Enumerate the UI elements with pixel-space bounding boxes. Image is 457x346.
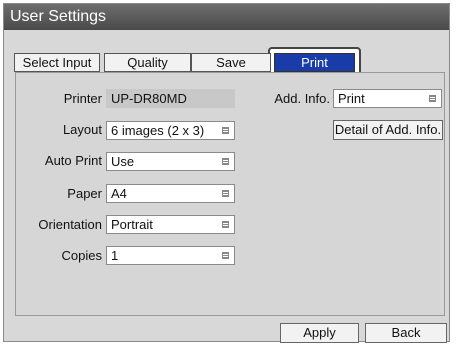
tab-save[interactable]: Save xyxy=(191,53,271,72)
layout-select[interactable]: 6 images (2 x 3) xyxy=(106,121,235,140)
add-info-value: Print xyxy=(338,91,365,106)
orientation-label: Orientation xyxy=(38,217,102,232)
add-info-label: Add. Info. xyxy=(274,91,330,106)
dropdown-icon xyxy=(429,95,436,102)
tab-quality[interactable]: Quality xyxy=(104,53,191,72)
layout-value: 6 images (2 x 3) xyxy=(111,123,205,138)
copies-label: Copies xyxy=(61,248,102,263)
back-button[interactable]: Back xyxy=(365,323,447,343)
auto-print-label: Auto Print xyxy=(44,153,102,168)
tab-print[interactable]: Print xyxy=(274,53,355,72)
apply-button[interactable]: Apply xyxy=(280,323,359,343)
dropdown-icon xyxy=(222,252,229,259)
printer-label: Printer xyxy=(63,91,102,106)
printer-field: UP-DR80MD xyxy=(106,89,235,108)
dropdown-icon xyxy=(222,127,229,134)
orientation-select[interactable]: Portrait xyxy=(106,215,235,234)
dropdown-icon xyxy=(222,221,229,228)
printer-value: UP-DR80MD xyxy=(111,91,187,106)
layout-label: Layout xyxy=(62,122,102,137)
detail-add-info-button[interactable]: Detail of Add. Info. xyxy=(333,120,443,140)
dropdown-icon xyxy=(222,190,229,197)
paper-select[interactable]: A4 xyxy=(106,184,235,203)
paper-label: Paper xyxy=(67,186,102,201)
tab-select-input[interactable]: Select Input xyxy=(14,53,100,72)
copies-value: 1 xyxy=(111,248,119,263)
window-title: User Settings xyxy=(4,4,449,30)
paper-value: A4 xyxy=(111,186,127,201)
copies-select[interactable]: 1 xyxy=(106,246,235,265)
add-info-select[interactable]: Print xyxy=(333,89,442,108)
orientation-value: Portrait xyxy=(111,217,153,232)
auto-print-value: Use xyxy=(111,154,135,169)
dropdown-icon xyxy=(222,158,229,165)
auto-print-select[interactable]: Use xyxy=(106,152,235,171)
